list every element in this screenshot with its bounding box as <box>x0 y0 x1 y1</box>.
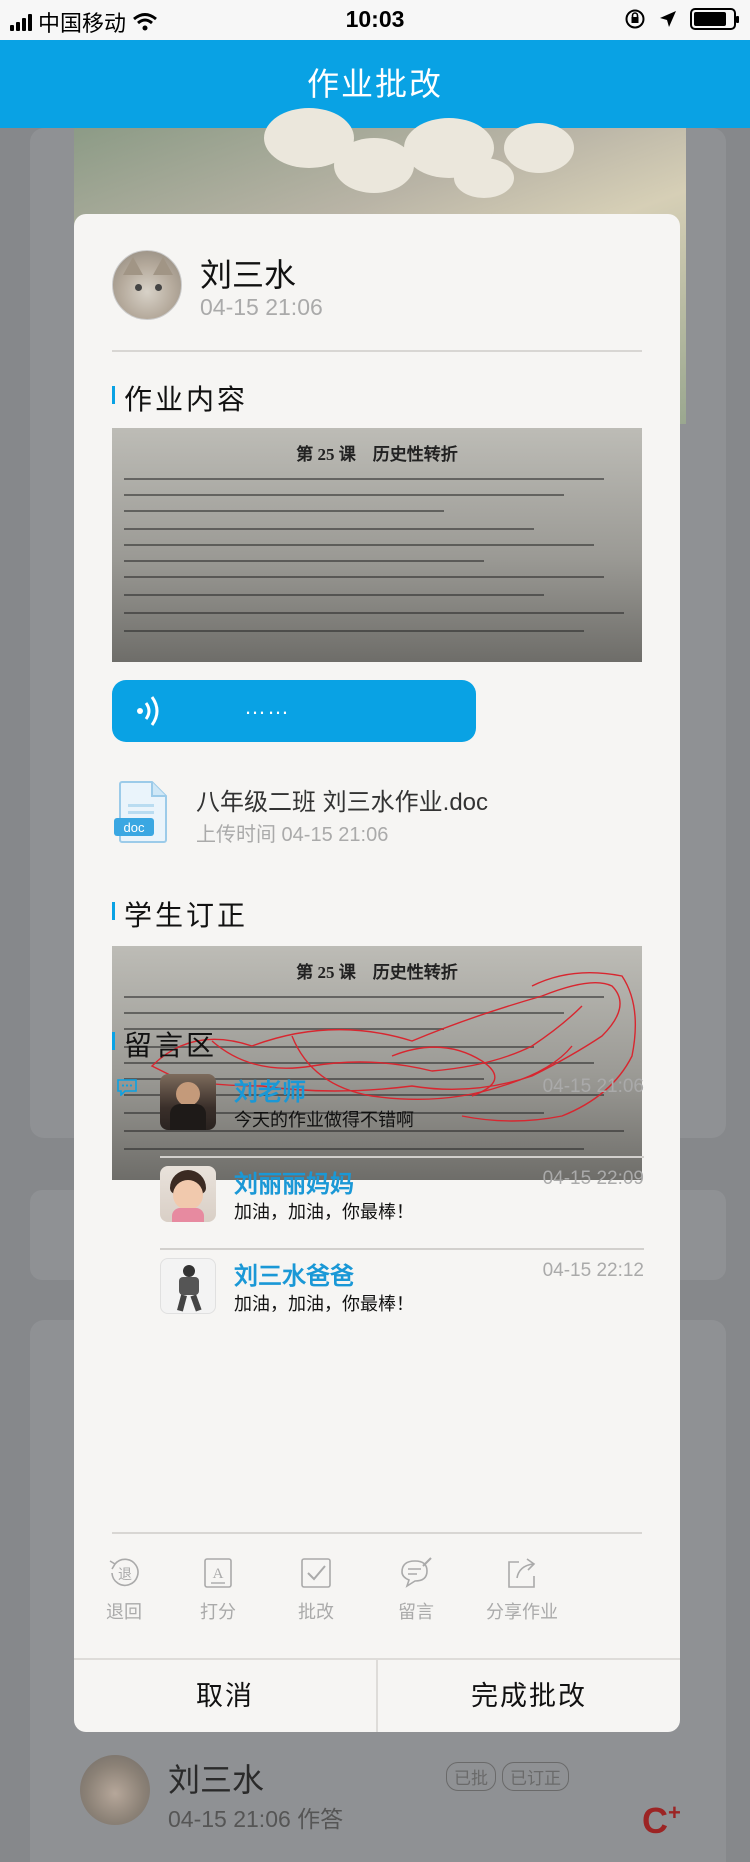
student-name: 刘三水 <box>200 257 297 293</box>
check-icon <box>301 1558 331 1588</box>
grade-label: 打分 <box>200 1602 236 1622</box>
comment-avatar <box>160 1166 216 1222</box>
cancel-button[interactable]: 取消 <box>74 1660 376 1732</box>
homework-photo-title: 第 25 课 历史性转折 <box>296 445 458 464</box>
share-button[interactable]: 分享作业 <box>472 1556 572 1624</box>
review-button[interactable]: 批改 <box>266 1556 366 1624</box>
section-title-comments: 留言区 <box>112 1024 217 1064</box>
comment-text: 加油，加油，你最棒！ <box>234 1202 414 1222</box>
background-student-time: 04-15 21:06 作答 <box>168 1806 344 1832</box>
comment-item: 刘老师 今天的作业做得不错啊 04-15 21:06 <box>160 1066 644 1158</box>
review-modal: 刘三水 04-15 21:06 作业内容 第 25 课 历史性转折 …… doc… <box>74 214 680 1732</box>
grade-button[interactable]: A 打分 <box>168 1556 268 1624</box>
return-button[interactable]: 退 退回 <box>74 1556 174 1624</box>
comment-author[interactable]: 刘丽丽妈妈 <box>234 1164 354 1199</box>
grade-suffix: + <box>668 1800 681 1825</box>
background-grade: C+ <box>642 1800 681 1842</box>
section-title-content: 作业内容 <box>112 378 248 418</box>
comment-item: 刘丽丽妈妈 加油，加油，你最棒！ 04-15 22:09 <box>160 1158 644 1250</box>
doc-file-icon[interactable]: doc <box>114 780 170 844</box>
background-student-name: 刘三水 <box>168 1762 265 1798</box>
modal-buttons: 取消 完成批改 <box>74 1658 680 1732</box>
comment-time: 04-15 22:12 <box>542 1260 644 1281</box>
comment-time: 04-15 22:09 <box>542 1168 644 1189</box>
comment-item: 刘三水爸爸 加油，加油，你最棒！ 04-15 22:12 <box>160 1250 644 1342</box>
comment-icon <box>401 1557 432 1588</box>
background-avatar <box>80 1755 150 1825</box>
section-title-correction: 学生订正 <box>112 894 248 934</box>
attachment-upload-time: 上传时间 04-15 21:06 <box>196 824 389 846</box>
divider <box>112 1532 642 1534</box>
student-avatar <box>112 250 182 320</box>
attachment-file-name[interactable]: 八年级二班 刘三水作业.doc <box>196 782 488 817</box>
file-type-label: doc <box>124 820 145 835</box>
comment-avatar <box>160 1074 216 1130</box>
share-icon <box>508 1558 536 1588</box>
action-toolbar: 退 退回 A 打分 批改 留言 分享作业 <box>74 1556 680 1656</box>
comment-text: 今天的作业做得不错啊 <box>234 1110 414 1130</box>
return-label: 退回 <box>106 1602 142 1622</box>
voice-message-label: …… <box>244 694 290 719</box>
homework-photo[interactable]: 第 25 课 历史性转折 <box>112 428 642 662</box>
comment-button[interactable]: 留言 <box>366 1556 466 1624</box>
comment-time: 04-15 21:06 <box>542 1076 644 1097</box>
complete-review-button[interactable]: 完成批改 <box>378 1660 680 1732</box>
comment-avatar <box>160 1258 216 1314</box>
voice-message[interactable]: …… <box>112 680 476 742</box>
orientation-lock-icon <box>625 9 645 29</box>
grade-letter: C <box>642 1800 668 1841</box>
status-right <box>624 8 739 30</box>
location-icon <box>660 11 676 27</box>
battery-icon <box>690 8 739 30</box>
divider <box>112 350 642 352</box>
status-bar: 中国移动 10:03 <box>0 0 750 40</box>
background-badge-corrected: 已订正 <box>502 1762 569 1791</box>
background-badge-reviewed: 已批 <box>446 1762 496 1791</box>
student-time: 04-15 21:06 <box>200 294 323 320</box>
comment-label: 留言 <box>398 1602 434 1622</box>
return-icon: 退 <box>109 1558 139 1587</box>
comment-author[interactable]: 刘老师 <box>234 1072 306 1107</box>
comment-author[interactable]: 刘三水爸爸 <box>234 1256 354 1291</box>
svg-text:退: 退 <box>118 1567 132 1583</box>
comment-bubble-icon <box>117 1079 137 1096</box>
comment-text: 加油，加油，你最棒！ <box>234 1294 414 1314</box>
page-title: 作业批改 <box>0 40 750 128</box>
svg-text:A: A <box>213 1566 224 1582</box>
grade-icon: A <box>204 1558 232 1588</box>
review-label: 批改 <box>298 1602 334 1622</box>
share-label: 分享作业 <box>486 1602 558 1622</box>
